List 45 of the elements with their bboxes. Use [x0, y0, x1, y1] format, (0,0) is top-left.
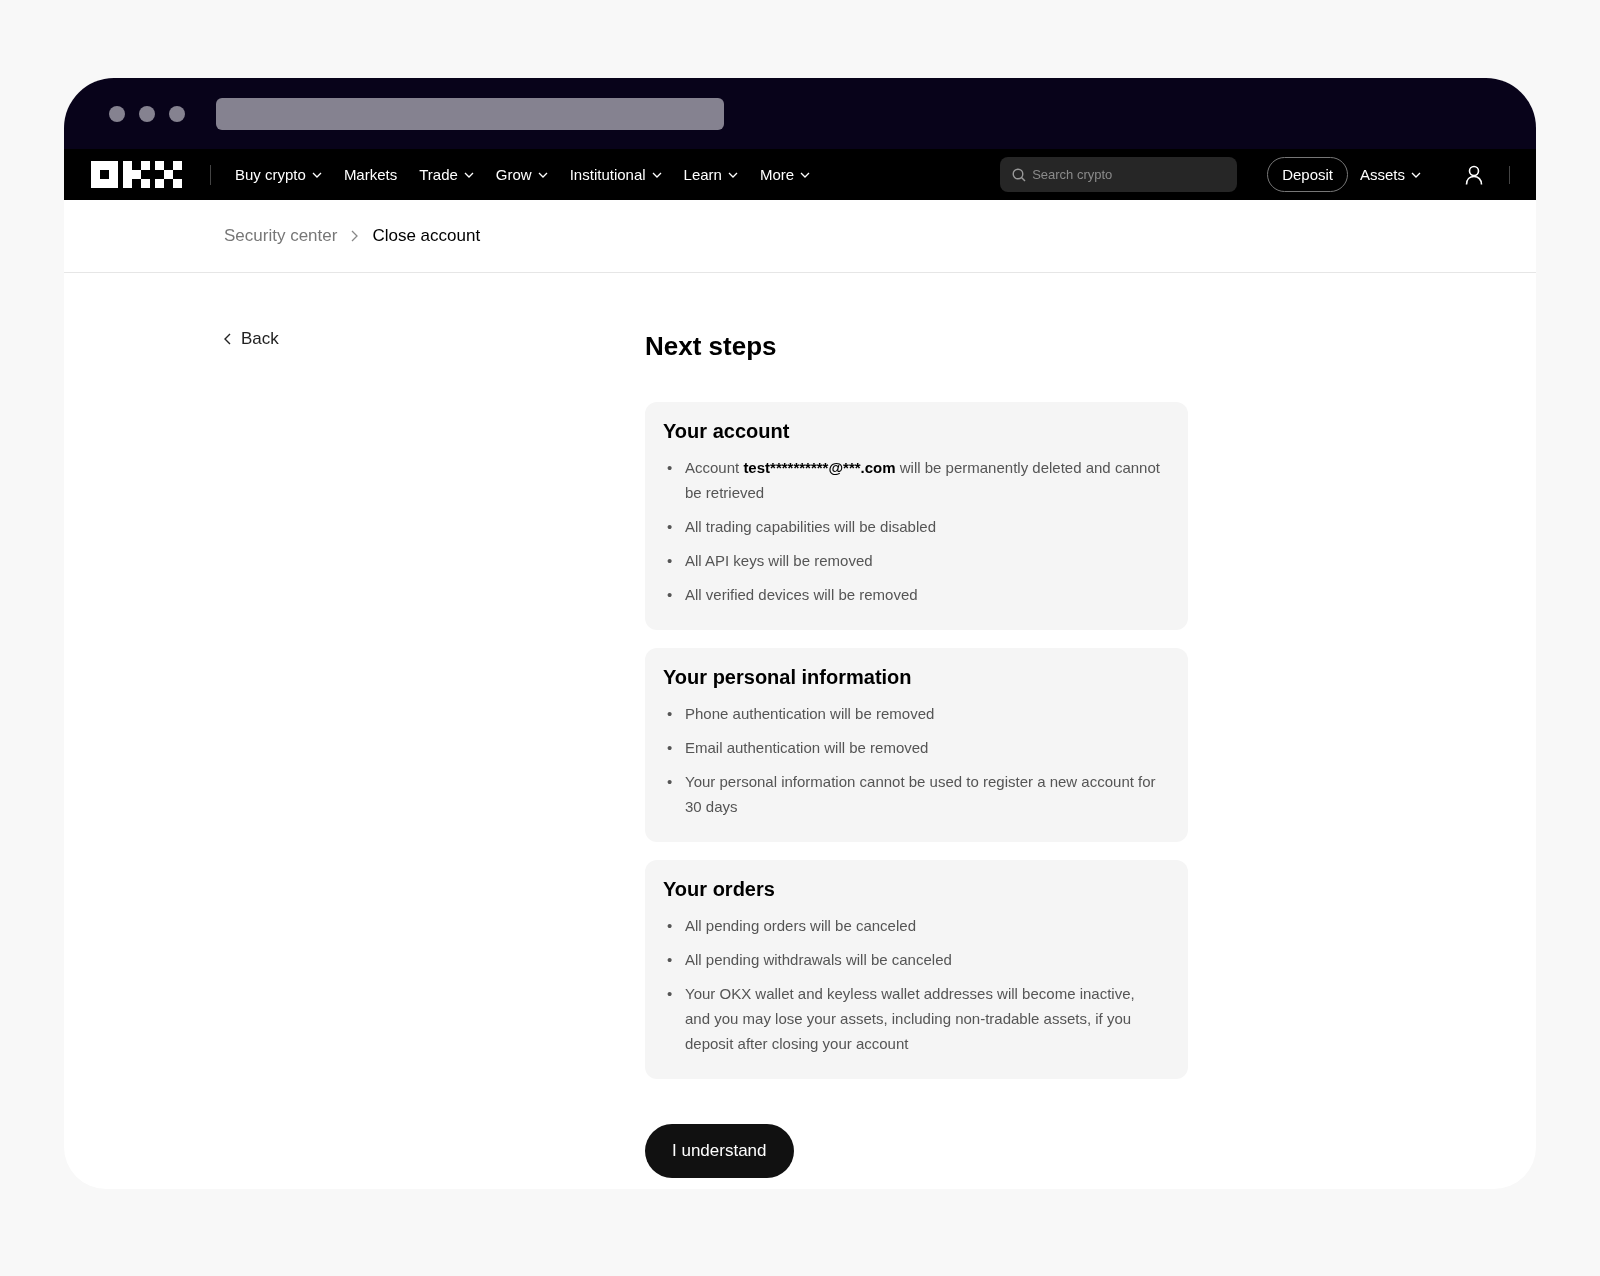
- nav-item[interactable]: Trade: [419, 166, 474, 183]
- list-item: All verified devices will be removed: [685, 585, 918, 605]
- window-dot[interactable]: [109, 105, 125, 122]
- card-title: Your account: [663, 420, 791, 443]
- search-field[interactable]: Search crypto: [1000, 157, 1238, 192]
- understand-button[interactable]: I understand: [645, 1124, 794, 1178]
- list-item: All API keys will be removed: [685, 551, 873, 571]
- bullet: •: [667, 772, 674, 792]
- bullet: •: [667, 585, 674, 605]
- card-title: Your personal information: [663, 666, 913, 689]
- nav-item[interactable]: Buy crypto: [235, 166, 322, 183]
- nav-item[interactable]: Markets: [343, 166, 398, 183]
- list-item: Email authentication will be removed: [685, 738, 929, 758]
- bullet: •: [667, 916, 674, 936]
- list-item: Account test**********@***.com will be permanently deleted and cannot be retrieved: [685, 458, 1161, 503]
- user-icon[interactable]: [1465, 164, 1483, 185]
- list-item: Phone authentication will be removed: [685, 704, 935, 724]
- bullet: •: [667, 517, 674, 537]
- page-title: Next steps: [645, 331, 778, 362]
- bullet: •: [667, 551, 674, 571]
- breadcrumb-current: Close account: [372, 226, 481, 246]
- bullet: •: [667, 738, 674, 758]
- chevron-right-icon: [351, 230, 359, 242]
- list-item: All trading capabilities will be disabled: [685, 517, 936, 537]
- nav-item[interactable]: Grow: [495, 166, 548, 183]
- list-item: Your personal information cannot be used to register a new account for 30 days: [685, 772, 1157, 817]
- nav-item[interactable]: Learn: [683, 166, 738, 183]
- window-dot[interactable]: [169, 105, 185, 122]
- list-item: Your OKX wallet and keyless wallet addresses will become inactive, and you may lose your assets, including non-tradable assets, if you deposit after closing your account: [685, 984, 1136, 1054]
- bullet: •: [667, 950, 674, 970]
- bullet: •: [667, 704, 674, 724]
- logo[interactable]: [91, 161, 182, 188]
- breadcrumb-link[interactable]: Security center: [224, 226, 338, 246]
- bullet: •: [667, 458, 674, 478]
- nav-item[interactable]: Institutional: [569, 166, 662, 183]
- chevron-left-icon: [224, 333, 231, 345]
- assets-menu[interactable]: Assets: [1360, 166, 1421, 183]
- bullet: •: [667, 984, 674, 1004]
- address-bar[interactable]: [216, 97, 724, 130]
- nav-item[interactable]: More: [759, 166, 811, 183]
- back-link[interactable]: Back: [224, 329, 279, 349]
- list-item: All pending withdrawals will be canceled: [685, 950, 952, 970]
- list-item: All pending orders will be canceled: [685, 916, 916, 936]
- window-dot[interactable]: [139, 105, 155, 122]
- card-title: Your orders: [663, 878, 776, 901]
